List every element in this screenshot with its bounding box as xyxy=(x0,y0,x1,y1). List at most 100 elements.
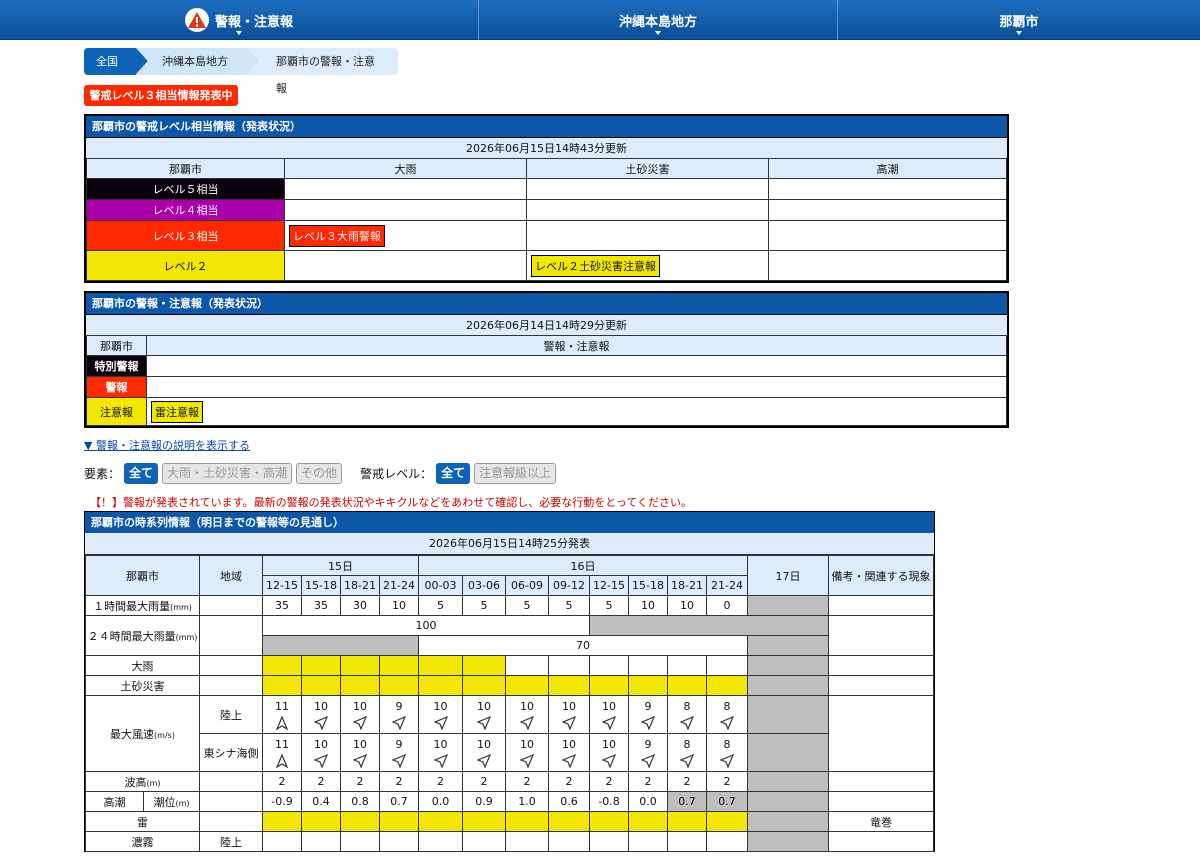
thunder-cell xyxy=(418,811,463,832)
region-cell xyxy=(199,655,263,676)
landslide-cell xyxy=(379,675,419,696)
table-cell xyxy=(146,355,1007,377)
wind-land-label: 陸上 xyxy=(199,695,263,734)
day-17-cell xyxy=(747,675,829,696)
remarks-cell xyxy=(828,831,934,852)
wind-land-cell: 10 xyxy=(418,695,463,734)
rain1h-value: 35 xyxy=(262,595,302,616)
breadcrumb-current: 那覇市の警報・注意報 xyxy=(248,48,398,95)
fog-cell xyxy=(379,831,419,852)
thunder-cell xyxy=(262,811,302,832)
rain1h-value: 0 xyxy=(706,595,748,616)
fog-cell xyxy=(667,831,707,852)
landslide-advisory-tag[interactable]: レベル２土砂災害注意報 xyxy=(531,254,660,277)
wind-sea-cell: 10 xyxy=(462,733,506,772)
time-slot-header: 18-21 xyxy=(340,575,380,596)
thunder-cell xyxy=(628,811,668,832)
element-filter-label: 要素： xyxy=(84,466,121,481)
wind-speed-value: 11 xyxy=(275,737,289,751)
region-cell xyxy=(199,675,263,696)
region-cell xyxy=(199,811,263,832)
fog-cell xyxy=(628,831,668,852)
nav-region[interactable]: 沖縄本島地方 xyxy=(479,0,838,40)
day-17-cell xyxy=(747,831,829,852)
tide-label: 潮位(m) xyxy=(143,791,200,812)
timeseries-table: 那覇市の時系列情報（明日までの警報等の見通し） 2026年06月15日14時25… xyxy=(84,511,935,852)
wind-speed-value: 8 xyxy=(723,737,731,751)
col-header: 那覇市 xyxy=(86,335,147,356)
wind-land-cell: 10 xyxy=(548,695,590,734)
region-cell xyxy=(199,771,263,792)
level-4-label: レベル４相当 xyxy=(86,199,285,221)
day-17-cell xyxy=(747,595,829,616)
time-slot-header: 03-06 xyxy=(462,575,506,596)
wave-value: 2 xyxy=(628,771,668,792)
wind-speed-value: 10 xyxy=(602,699,616,713)
breadcrumb-region[interactable]: 沖縄本島地方 xyxy=(136,48,260,75)
explain-link[interactable]: ▼ 警報・注意報の説明を表示する xyxy=(84,437,250,453)
wind-speed-value: 9 xyxy=(644,737,652,751)
wind-land-cell: 8 xyxy=(667,695,707,734)
time-slot-header: 12-15 xyxy=(262,575,302,596)
wind-direction-icon xyxy=(419,753,462,768)
wind-direction-icon xyxy=(629,753,667,768)
breadcrumb-national[interactable]: 全国 xyxy=(84,48,148,75)
chevron-down-icon xyxy=(655,31,661,35)
warnings-table-updated: 2026年06月14日14時29分更新 xyxy=(86,314,1007,335)
wind-direction-icon xyxy=(341,715,379,730)
nav-warnings[interactable]: 警報・注意報 xyxy=(0,0,479,40)
level-filter-advisory[interactable]: 注意報級以上 xyxy=(474,462,557,484)
warnings-table: 那覇市の警報・注意報（発表状況） 2026年06月14日14時29分更新 那覇市… xyxy=(84,291,1009,428)
region-cell xyxy=(199,595,263,616)
wind-speed-value: 10 xyxy=(602,737,616,751)
col-header: 土砂災害 xyxy=(526,158,769,179)
day-17-cell xyxy=(747,655,829,676)
region-cell xyxy=(199,791,263,812)
wind-sea-cell: 10 xyxy=(589,733,629,772)
fog-cell xyxy=(589,831,629,852)
rain-1h-label: １時間最大雨量(mm) xyxy=(85,595,200,616)
landslide-cell xyxy=(548,675,590,696)
element-filter-all[interactable]: 全て xyxy=(124,462,159,484)
remarks-cell xyxy=(828,771,934,792)
heavy-rain-cell xyxy=(379,655,419,676)
thunder-cell xyxy=(548,811,590,832)
wind-speed-value: 9 xyxy=(395,737,403,751)
rain1h-value: 5 xyxy=(589,595,629,616)
remarks-cell xyxy=(828,675,934,696)
thunder-cell xyxy=(589,811,629,832)
element-filter-other[interactable]: その他 xyxy=(296,462,343,484)
rain-24h-label: ２４時間最大雨量(mm) xyxy=(85,615,200,656)
wave-value: 2 xyxy=(340,771,380,792)
wind-direction-icon xyxy=(549,753,589,768)
rain-24h-gray xyxy=(262,635,419,656)
landslide-cell xyxy=(628,675,668,696)
col-header: 大雨 xyxy=(284,158,527,179)
remarks-header: 備考・関連する現象 xyxy=(828,555,934,596)
wind-land-cell: 9 xyxy=(379,695,419,734)
day-17-cell xyxy=(747,733,829,772)
heavy-rain-cell xyxy=(667,655,707,676)
timeseries-updated: 2026年06月15日14時25分発表 xyxy=(85,533,934,555)
thunder-advisory-tag[interactable]: 雷注意報 xyxy=(151,400,203,423)
level-filter-all[interactable]: 全て xyxy=(436,462,471,484)
nav-city[interactable]: 那覇市 xyxy=(838,0,1200,40)
time-slot-header: 15-18 xyxy=(301,575,341,596)
wind-speed-value: 8 xyxy=(723,699,731,713)
landslide-cell xyxy=(462,675,506,696)
table-cell xyxy=(526,199,769,221)
heavy-rain-warning-tag[interactable]: レベル３大雨警報 xyxy=(289,224,385,247)
heavy-rain-cell xyxy=(462,655,506,676)
rain1h-value: 30 xyxy=(340,595,380,616)
wind-speed-value: 10 xyxy=(433,737,448,751)
table-cell xyxy=(768,178,1007,200)
tide-value: 0.7 xyxy=(706,791,748,812)
tide-value: 0.0 xyxy=(418,791,463,812)
warning-notice: 【！】警報が発表されています。最新の警報の発表状況やキキクルなどをあわせて確認し… xyxy=(90,496,693,509)
fog-land-label: 陸上 xyxy=(199,831,263,852)
wave-value: 2 xyxy=(505,771,549,792)
element-filter-rain[interactable]: 大雨・土砂災害・高潮 xyxy=(162,462,293,484)
thunder-cell xyxy=(462,811,506,832)
wind-direction-icon xyxy=(341,753,379,768)
nav-city-label: 那覇市 xyxy=(999,14,1039,30)
